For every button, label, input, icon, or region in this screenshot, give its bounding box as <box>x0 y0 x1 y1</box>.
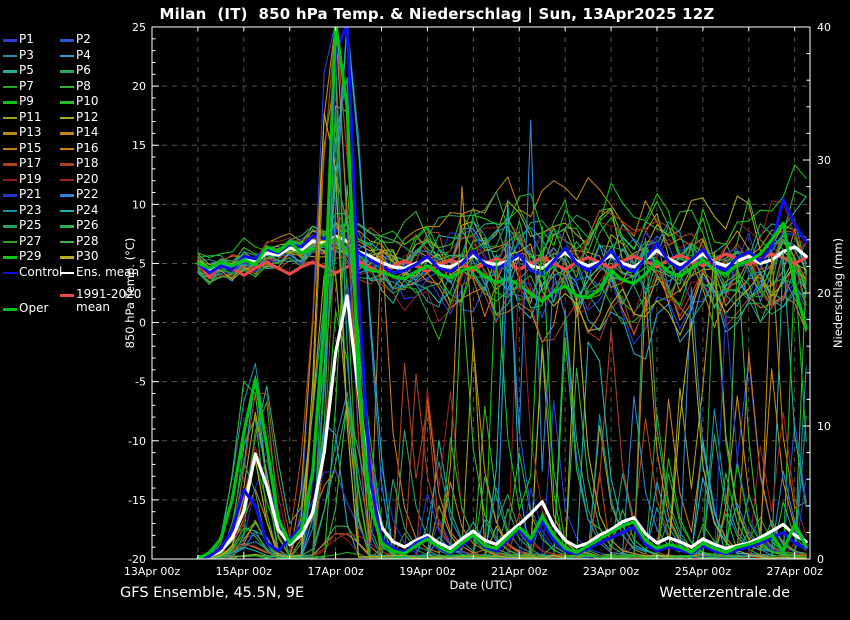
series-group <box>198 23 806 559</box>
x-tick-label: 17Apr 00z <box>307 565 364 578</box>
footer-model-info: GFS Ensemble, 45.5N, 9E <box>120 585 304 601</box>
left-tick-label: 20 <box>132 80 146 93</box>
meteogram-page: Milan (IT) 850 hPa Temp. & Niederschlag … <box>0 0 850 620</box>
left-tick-label: 5 <box>139 257 146 270</box>
right-tick-label: 10 <box>817 420 831 433</box>
x-tick-label: 23Apr 00z <box>583 565 640 578</box>
x-tick-label: 13Apr 00z <box>124 565 181 578</box>
right-axis-title: Niederschlag (mm) <box>831 143 845 443</box>
right-tick-label: 30 <box>817 154 831 167</box>
left-tick-label: 25 <box>132 21 146 34</box>
x-tick-label: 21Apr 00z <box>491 565 548 578</box>
x-tick-label: 19Apr 00z <box>399 565 456 578</box>
x-tick-label: 27Apr 00z <box>767 565 824 578</box>
member-precip-line-p13 <box>198 74 806 559</box>
left-axis-title: 850 hPa Temp. (°C) <box>123 143 137 443</box>
right-tick-label: 40 <box>817 21 831 34</box>
right-tick-label: 20 <box>817 287 831 300</box>
x-tick-label: 15Apr 00z <box>216 565 273 578</box>
footer-site-name: Wetterzentrale.de <box>659 585 790 601</box>
member-precip-line-p6 <box>198 78 806 559</box>
x-tick-label: 25Apr 00z <box>675 565 732 578</box>
left-tick-label: -15 <box>128 494 146 507</box>
left-tick-label: 0 <box>139 317 146 330</box>
